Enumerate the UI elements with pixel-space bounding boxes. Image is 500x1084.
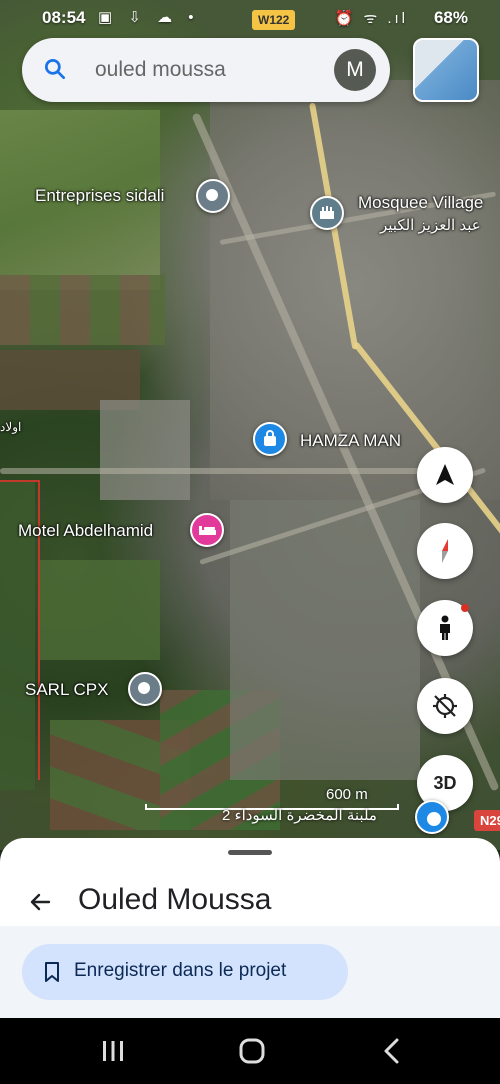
scale-label: 600 m (326, 786, 368, 803)
compass-icon (442, 539, 448, 563)
home-icon[interactable] (232, 1034, 272, 1068)
navigate-button[interactable] (417, 447, 473, 503)
place-label[interactable]: Motel Abdelhamid (18, 521, 153, 541)
status-time: 08:54 (42, 8, 86, 27)
place-label[interactable]: Mosquee Village (358, 193, 483, 213)
place-pin-icon[interactable] (415, 800, 449, 834)
sheet-actions: Enregistrer dans le projet (0, 926, 500, 1018)
place-label-arabic: عبد العزيز الكبير (380, 217, 481, 234)
place-label-arabic: ملبنة المخضرة السوداء 2 (222, 807, 377, 824)
road-badge-n29: N29 (474, 810, 500, 831)
place-label[interactable]: Entreprises sidali (35, 186, 164, 206)
map-road (0, 468, 420, 474)
mosque-icon[interactable] (310, 196, 344, 230)
save-button-label: Enregistrer dans le projet (74, 960, 287, 981)
pegman-icon (440, 615, 450, 640)
location-disabled-icon (433, 694, 457, 718)
compass-button[interactable] (417, 523, 473, 579)
place-label[interactable]: SARL CPX (25, 680, 108, 700)
notification-dot (461, 604, 469, 612)
navigation-arrow-icon (436, 464, 454, 485)
place-title: Ouled Moussa (78, 883, 272, 916)
system-navigation-bar (0, 1018, 500, 1084)
sheet-handle[interactable] (228, 850, 272, 855)
road-badge-w122: W122 (252, 10, 296, 30)
status-bar: 08:54 ▣ ⇩ ☁ • ⏰ ᯤ .ıl 68% (0, 0, 500, 36)
battery-level: 68% (433, 8, 468, 27)
bookmark-icon (45, 962, 59, 982)
map-field (0, 275, 165, 345)
place-label[interactable]: HAMZA MAN (300, 431, 401, 451)
map-field (40, 560, 160, 660)
layers-button[interactable] (413, 38, 479, 102)
notification-icons: ▣ ⇩ ☁ • (98, 9, 200, 26)
map-field (100, 400, 190, 500)
place-sheet[interactable]: Ouled Moussa Enregistrer dans le projet (0, 838, 500, 1018)
search-icon (44, 58, 66, 80)
pin-icon[interactable] (196, 179, 230, 213)
save-to-project-button[interactable]: Enregistrer dans le projet (22, 944, 348, 1000)
system-icons: ⏰ ᯤ .ıl (334, 10, 408, 27)
bed-icon[interactable] (190, 513, 224, 547)
pin-icon[interactable] (128, 672, 162, 706)
recent-apps-icon[interactable] (93, 1034, 133, 1068)
street-view-button[interactable] (417, 600, 473, 656)
avatar[interactable]: M (334, 49, 376, 91)
place-label-arabic: اولاد (0, 420, 22, 434)
back-arrow-icon[interactable] (28, 890, 52, 914)
shopping-bag-icon[interactable] (253, 422, 287, 456)
my-location-button[interactable] (417, 678, 473, 734)
back-icon[interactable] (372, 1034, 412, 1068)
search-bar[interactable]: ouled moussa M (22, 38, 390, 102)
search-input[interactable]: ouled moussa (95, 58, 226, 82)
